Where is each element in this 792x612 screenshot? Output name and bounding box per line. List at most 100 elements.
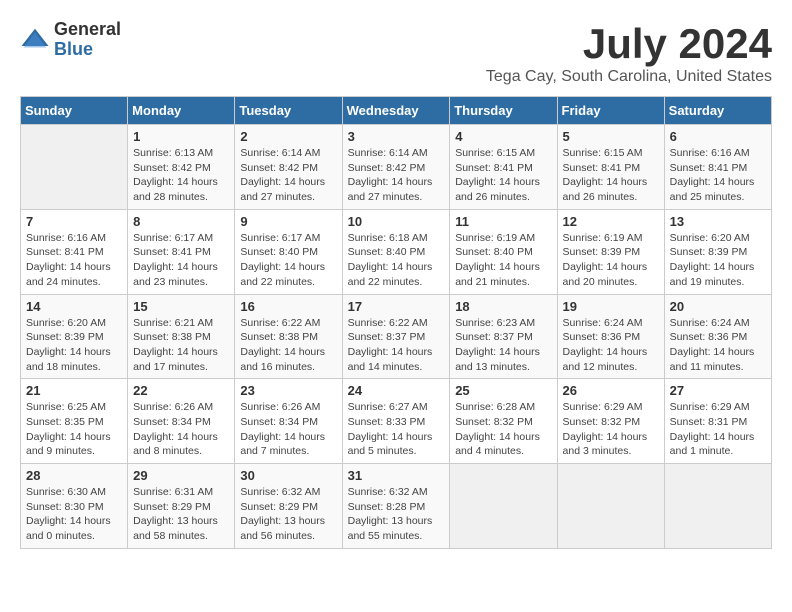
calendar-cell: 11 Sunrise: 6:19 AM Sunset: 8:40 PM Dayli… xyxy=(450,209,557,294)
day-info: Sunrise: 6:28 AM Sunset: 8:32 PM Dayligh… xyxy=(455,400,551,459)
calendar-cell: 24Sunrise: 6:27 AM Sunset: 8:33 PM Dayli… xyxy=(342,379,450,464)
day-info: Sunrise: 6:14 AM Sunset: 8:42 PM Dayligh… xyxy=(240,146,336,205)
calendar-cell: 22 Sunrise: 6:26 AM Sunset: 8:34 PM Dayli… xyxy=(128,379,235,464)
calendar-cell: 29 Sunrise: 6:31 AM Sunset: 8:29 PM Dayli… xyxy=(128,464,235,549)
day-of-week-header: Wednesday xyxy=(342,97,450,125)
day-number: 17 xyxy=(348,299,445,314)
day-info: Sunrise: 6:31 AM Sunset: 8:29 PM Dayligh… xyxy=(133,485,229,544)
calendar-cell: 16Sunrise: 6:22 AM Sunset: 8:38 PM Dayli… xyxy=(235,294,342,379)
calendar-cell: 5 Sunrise: 6:15 AM Sunset: 8:41 PM Daylig… xyxy=(557,125,664,210)
day-number: 11 xyxy=(455,214,551,229)
day-info: Sunrise: 6:29 AM Sunset: 8:32 PM Dayligh… xyxy=(563,400,659,459)
day-number: 23 xyxy=(240,383,336,398)
calendar-cell: 2 Sunrise: 6:14 AM Sunset: 8:42 PM Daylig… xyxy=(235,125,342,210)
calendar-cell xyxy=(557,464,664,549)
day-info: Sunrise: 6:17 AM Sunset: 8:41 PM Dayligh… xyxy=(133,231,229,290)
day-number: 10 xyxy=(348,214,445,229)
title-area: July 2024 Tega Cay, South Carolina, Unit… xyxy=(486,20,772,86)
day-number: 29 xyxy=(133,468,229,483)
day-info: Sunrise: 6:18 AM Sunset: 8:40 PM Dayligh… xyxy=(348,231,445,290)
calendar-cell: 25 Sunrise: 6:28 AM Sunset: 8:32 PM Dayli… xyxy=(450,379,557,464)
day-number: 2 xyxy=(240,129,336,144)
day-number: 25 xyxy=(455,383,551,398)
days-header-row: SundayMondayTuesdayWednesdayThursdayFrid… xyxy=(21,97,772,125)
calendar-cell: 14Sunrise: 6:20 AM Sunset: 8:39 PM Dayli… xyxy=(21,294,128,379)
day-number: 1 xyxy=(133,129,229,144)
day-info: Sunrise: 6:23 AM Sunset: 8:37 PM Dayligh… xyxy=(455,316,551,375)
calendar-cell: 7Sunrise: 6:16 AM Sunset: 8:41 PM Daylig… xyxy=(21,209,128,294)
calendar-week-row: 1 Sunrise: 6:13 AM Sunset: 8:42 PM Daylig… xyxy=(21,125,772,210)
day-of-week-header: Friday xyxy=(557,97,664,125)
calendar-cell: 10 Sunrise: 6:18 AM Sunset: 8:40 PM Dayli… xyxy=(342,209,450,294)
day-number: 8 xyxy=(133,214,229,229)
logo-blue: Blue xyxy=(54,40,121,60)
day-info: Sunrise: 6:15 AM Sunset: 8:41 PM Dayligh… xyxy=(455,146,551,205)
day-info: Sunrise: 6:30 AM Sunset: 8:30 PM Dayligh… xyxy=(26,485,122,544)
calendar-cell: 20Sunrise: 6:24 AM Sunset: 8:36 PM Dayli… xyxy=(664,294,771,379)
day-info: Sunrise: 6:16 AM Sunset: 8:41 PM Dayligh… xyxy=(26,231,122,290)
day-info: Sunrise: 6:32 AM Sunset: 8:28 PM Dayligh… xyxy=(348,485,445,544)
calendar-cell: 17 Sunrise: 6:22 AM Sunset: 8:37 PM Dayli… xyxy=(342,294,450,379)
day-number: 22 xyxy=(133,383,229,398)
calendar-cell: 27Sunrise: 6:29 AM Sunset: 8:31 PM Dayli… xyxy=(664,379,771,464)
calendar-cell: 6Sunrise: 6:16 AM Sunset: 8:41 PM Daylig… xyxy=(664,125,771,210)
day-number: 15 xyxy=(133,299,229,314)
calendar-cell xyxy=(450,464,557,549)
calendar-cell: 31 Sunrise: 6:32 AM Sunset: 8:28 PM Dayli… xyxy=(342,464,450,549)
location-title: Tega Cay, South Carolina, United States xyxy=(486,68,772,86)
calendar-week-row: 21 Sunrise: 6:25 AM Sunset: 8:35 PM Dayli… xyxy=(21,379,772,464)
day-number: 24 xyxy=(348,383,445,398)
calendar-cell: 8 Sunrise: 6:17 AM Sunset: 8:41 PM Daylig… xyxy=(128,209,235,294)
calendar-body: 1 Sunrise: 6:13 AM Sunset: 8:42 PM Daylig… xyxy=(21,125,772,549)
day-of-week-header: Saturday xyxy=(664,97,771,125)
calendar-cell: 9Sunrise: 6:17 AM Sunset: 8:40 PM Daylig… xyxy=(235,209,342,294)
calendar-cell: 30 Sunrise: 6:32 AM Sunset: 8:29 PM Dayli… xyxy=(235,464,342,549)
day-of-week-header: Sunday xyxy=(21,97,128,125)
day-info: Sunrise: 6:32 AM Sunset: 8:29 PM Dayligh… xyxy=(240,485,336,544)
day-number: 28 xyxy=(26,468,122,483)
header: General Blue July 2024 Tega Cay, South C… xyxy=(20,20,772,86)
day-info: Sunrise: 6:19 AM Sunset: 8:39 PM Dayligh… xyxy=(563,231,659,290)
logo-icon xyxy=(20,25,50,55)
logo: General Blue xyxy=(20,20,121,60)
day-info: Sunrise: 6:19 AM Sunset: 8:40 PM Dayligh… xyxy=(455,231,551,290)
calendar-cell: 21 Sunrise: 6:25 AM Sunset: 8:35 PM Dayli… xyxy=(21,379,128,464)
calendar-cell: 28 Sunrise: 6:30 AM Sunset: 8:30 PM Dayli… xyxy=(21,464,128,549)
calendar-cell: 3Sunrise: 6:14 AM Sunset: 8:42 PM Daylig… xyxy=(342,125,450,210)
day-info: Sunrise: 6:26 AM Sunset: 8:34 PM Dayligh… xyxy=(240,400,336,459)
day-info: Sunrise: 6:24 AM Sunset: 8:36 PM Dayligh… xyxy=(563,316,659,375)
calendar-cell: 26 Sunrise: 6:29 AM Sunset: 8:32 PM Dayli… xyxy=(557,379,664,464)
day-info: Sunrise: 6:26 AM Sunset: 8:34 PM Dayligh… xyxy=(133,400,229,459)
day-number: 19 xyxy=(563,299,659,314)
month-title: July 2024 xyxy=(486,20,772,68)
day-info: Sunrise: 6:20 AM Sunset: 8:39 PM Dayligh… xyxy=(26,316,122,375)
day-number: 5 xyxy=(563,129,659,144)
calendar-cell: 23 Sunrise: 6:26 AM Sunset: 8:34 PM Dayli… xyxy=(235,379,342,464)
day-info: Sunrise: 6:13 AM Sunset: 8:42 PM Dayligh… xyxy=(133,146,229,205)
calendar-week-row: 28 Sunrise: 6:30 AM Sunset: 8:30 PM Dayli… xyxy=(21,464,772,549)
day-info: Sunrise: 6:22 AM Sunset: 8:38 PM Dayligh… xyxy=(240,316,336,375)
day-info: Sunrise: 6:17 AM Sunset: 8:40 PM Dayligh… xyxy=(240,231,336,290)
logo-text: General Blue xyxy=(54,20,121,60)
day-of-week-header: Monday xyxy=(128,97,235,125)
calendar-cell xyxy=(21,125,128,210)
day-info: Sunrise: 6:15 AM Sunset: 8:41 PM Dayligh… xyxy=(563,146,659,205)
calendar-cell: 18Sunrise: 6:23 AM Sunset: 8:37 PM Dayli… xyxy=(450,294,557,379)
calendar-header: SundayMondayTuesdayWednesdayThursdayFrid… xyxy=(21,97,772,125)
calendar-cell: 15 Sunrise: 6:21 AM Sunset: 8:38 PM Dayli… xyxy=(128,294,235,379)
day-info: Sunrise: 6:25 AM Sunset: 8:35 PM Dayligh… xyxy=(26,400,122,459)
calendar-cell: 13Sunrise: 6:20 AM Sunset: 8:39 PM Dayli… xyxy=(664,209,771,294)
day-number: 31 xyxy=(348,468,445,483)
calendar-week-row: 7Sunrise: 6:16 AM Sunset: 8:41 PM Daylig… xyxy=(21,209,772,294)
day-number: 30 xyxy=(240,468,336,483)
calendar-cell: 1 Sunrise: 6:13 AM Sunset: 8:42 PM Daylig… xyxy=(128,125,235,210)
day-info: Sunrise: 6:22 AM Sunset: 8:37 PM Dayligh… xyxy=(348,316,445,375)
day-info: Sunrise: 6:21 AM Sunset: 8:38 PM Dayligh… xyxy=(133,316,229,375)
calendar-table: SundayMondayTuesdayWednesdayThursdayFrid… xyxy=(20,96,772,549)
day-number: 4 xyxy=(455,129,551,144)
day-info: Sunrise: 6:14 AM Sunset: 8:42 PM Dayligh… xyxy=(348,146,445,205)
day-number: 26 xyxy=(563,383,659,398)
day-info: Sunrise: 6:20 AM Sunset: 8:39 PM Dayligh… xyxy=(670,231,766,290)
logo-general: General xyxy=(54,20,121,40)
day-number: 21 xyxy=(26,383,122,398)
